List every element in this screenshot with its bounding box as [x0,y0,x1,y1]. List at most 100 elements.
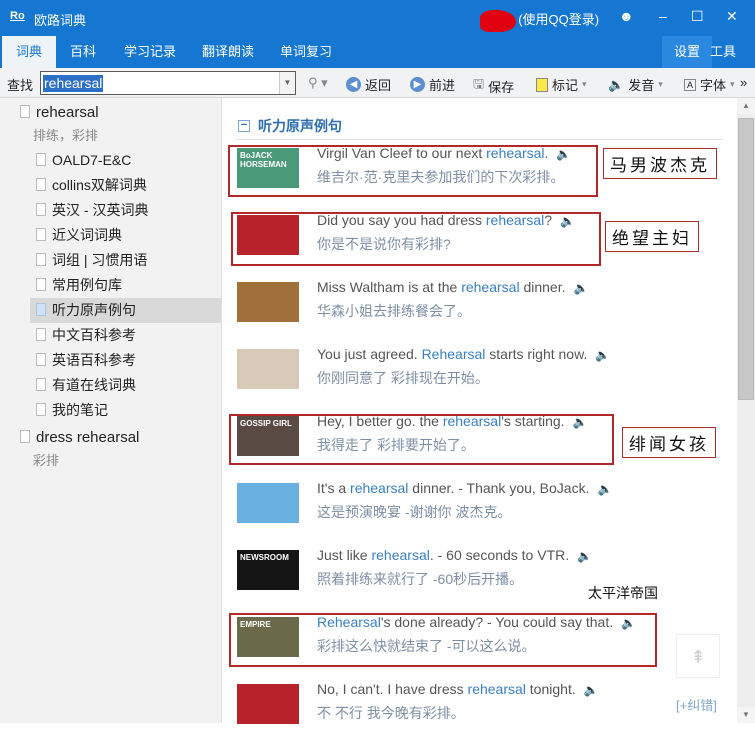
section-header[interactable]: − 听力原声例句 [238,116,342,136]
scrollbar[interactable]: ▲ ▼ [737,98,755,723]
document-icon [36,178,46,191]
skin-icon[interactable]: ☻ [619,8,634,24]
user-icon: 👤 [462,12,479,27]
search-input[interactable]: rehearsal ▼ [40,71,296,95]
speaker-icon[interactable]: 🔈 [595,348,610,362]
sentence-chinese: 照着排练来就行了 -60秒后开播。 [317,571,524,587]
tab-review[interactable]: 单词复习 [268,36,344,68]
main-tabs: 词典 百科 学习记录 翻译朗读 单词复习 设置 工具 ▾ [0,36,755,91]
app-title: 欧路词典 [34,13,87,28]
back-to-top-button[interactable]: ⇞ [676,634,720,678]
scroll-down-icon[interactable]: ▼ [737,707,755,723]
tab-history[interactable]: 学习记录 [112,36,188,68]
divider [236,139,723,140]
keyword-link[interactable]: rehearsal [350,480,408,496]
entry-dress-rehearsal[interactable]: dress rehearsal [20,429,139,446]
collapse-icon[interactable]: − [238,120,250,132]
save-icon: 🖫 [473,76,485,91]
highlight-box [228,145,598,197]
speaker-icon[interactable]: 🔈 [597,482,612,496]
sidebar-item[interactable]: 有道在线词典 [30,373,221,398]
close-button[interactable]: ✕ [726,8,738,25]
document-icon [36,378,46,391]
sidebar-item[interactable]: 近义词词典 [30,223,221,248]
entry-meaning: 排练，彩排 [33,128,99,143]
video-thumbnail[interactable] [237,282,299,322]
redacted-username [480,9,517,32]
back-button[interactable]: ◀ 返回 [346,75,391,94]
sentence-english: You just agreed. Rehearsal starts right … [317,346,611,362]
video-thumbnail[interactable] [237,684,299,724]
minimize-button[interactable]: – [659,8,667,24]
keyword-link[interactable]: Rehearsal [422,346,486,362]
forward-button[interactable]: ▶ 前进 [410,75,455,94]
annotation-label: 绝望主妇 [605,221,699,252]
sentence-chinese: 不 不行 我今晚有彩排。 [317,705,465,721]
more-button[interactable]: » [740,75,747,90]
document-icon [20,105,30,118]
document-icon [36,303,46,316]
scroll-up-icon[interactable]: ▲ [737,98,755,114]
note-icon [536,77,548,92]
speak-button[interactable]: 🔈 发音 ▾ [608,75,663,94]
sidebar-item[interactable]: 常用例句库 [30,273,221,298]
scrollbar-thumb[interactable] [738,118,754,400]
highlight-box [231,212,601,266]
sidebar-item[interactable]: 听力原声例句 [30,298,221,323]
sidebar-item[interactable]: 我的笔记 [30,398,221,423]
find-label: 查找 [7,78,34,93]
keyword-link[interactable]: rehearsal [461,279,519,295]
annotation-label: 马男波杰克 [603,148,717,179]
mark-button[interactable]: 标记 ▾ [536,75,587,94]
highlight-box [229,613,657,667]
example-sentence: No, I can't. I have dress rehearsal toni… [222,679,737,739]
keyword-link[interactable]: rehearsal [468,681,526,697]
tools-menu[interactable]: 工具 ▾ [698,36,755,91]
document-icon [36,228,46,241]
sidebar-item[interactable]: 中文百科参考 [30,323,221,348]
sidebar-item[interactable]: 英汉 - 汉英词典 [30,198,221,223]
keyword-link[interactable]: rehearsal [371,547,429,563]
sidebar: rehearsal 排练，彩排 OALD7-E&C collins双解词典 英汉 -… [0,98,222,723]
tab-translate[interactable]: 翻译朗读 [190,36,266,68]
toolbar: 查找 rehearsal ▼ ⚲ ▾ ◀ 返回 ▶ 前进 🖫 保存 标记 ▾ 🔈 发音 ▾ … [0,68,755,98]
document-icon [36,153,46,166]
sentence-chinese: 华森小姐去排练餐会了。 [317,303,471,319]
speaker-icon[interactable]: 🔈 [584,683,599,697]
video-thumbnail[interactable] [237,483,299,523]
sentence-english: Miss Waltham is at the rehearsal dinner.… [317,279,589,295]
example-sentence: Miss Waltham is at the rehearsal dinner.… [222,277,737,337]
example-sentence: You just agreed. Rehearsal starts right … [222,344,737,404]
report-error-link[interactable]: [+纠错] [676,695,717,714]
font-button[interactable]: A 字体 ▾ [684,75,735,94]
app-logo: Ro [10,10,25,22]
sidebar-item[interactable]: OALD7-E&C [30,148,221,173]
example-sentence: It's a rehearsal dinner. - Thank you, Bo… [222,478,737,538]
video-thumbnail[interactable] [237,349,299,389]
document-icon [20,430,30,443]
speaker-icon: 🔈 [608,76,625,92]
tab-encyclopedia[interactable]: 百科 [58,36,108,68]
chevron-down-icon[interactable]: ▼ [279,72,295,94]
video-thumbnail[interactable]: NEWSROOM [237,550,299,590]
maximize-button[interactable]: ☐ [691,8,704,25]
sidebar-item[interactable]: collins双解词典 [30,173,221,198]
entry-rehearsal[interactable]: rehearsal [20,104,99,121]
speaker-icon[interactable]: 🔈 [574,281,589,295]
search-icon[interactable]: ⚲ ▾ [308,75,328,91]
font-icon: A [684,78,697,91]
sentence-chinese: 这是预演晚宴 -谢谢你 波杰克。 [317,504,512,520]
tab-dictionary[interactable]: 词典 [2,36,57,68]
sidebar-item[interactable]: 英语百科参考 [30,348,221,373]
example-sentence: NEWSROOM Just like rehearsal. - 60 second… [222,545,737,605]
speaker-icon[interactable]: 🔈 [577,549,592,563]
save-button[interactable]: 🖫 保存 [473,75,514,97]
sentence-chinese: 你刚同意了 彩排现在开始。 [317,370,489,386]
arrow-right-icon: ▶ [410,77,425,92]
document-icon [36,403,46,416]
sidebar-item[interactable]: 词组 | 习惯用语 [30,248,221,273]
sentence-english: No, I can't. I have dress rehearsal toni… [317,681,599,697]
user-login[interactable]: 👤 (使用QQ登录) [462,9,599,32]
document-icon [36,278,46,291]
sentence-english: It's a rehearsal dinner. - Thank you, Bo… [317,480,613,496]
